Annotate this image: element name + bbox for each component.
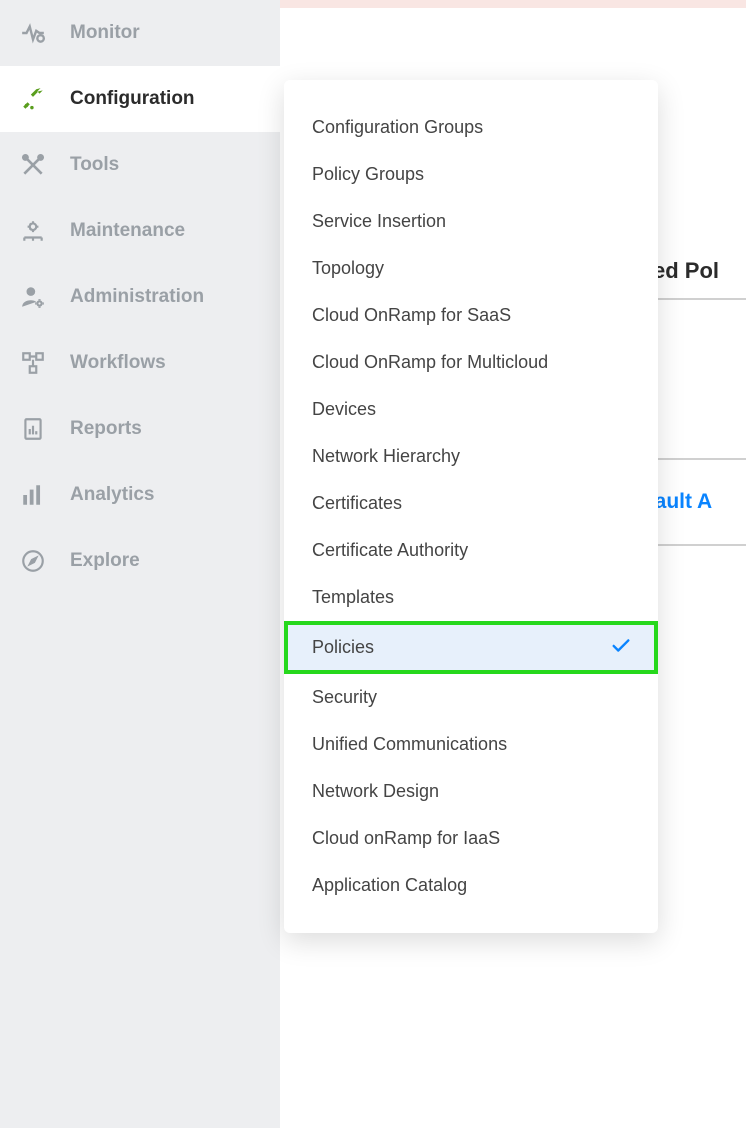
submenu-item-label: Cloud OnRamp for SaaS [312,305,511,326]
submenu-item-label: Network Hierarchy [312,446,460,467]
sidebar-item-monitor[interactable]: Monitor [0,0,280,66]
submenu-item-templates[interactable]: Templates [284,574,658,621]
submenu-item-label: Devices [312,399,376,420]
submenu-item-security[interactable]: Security [284,674,658,721]
submenu-item-cloud-onramp-iaas[interactable]: Cloud onRamp for IaaS [284,815,658,862]
configuration-submenu: Configuration Groups Policy Groups Servi… [284,80,658,933]
sidebar-item-label: Reports [70,418,142,440]
submenu-item-network-design[interactable]: Network Design [284,768,658,815]
submenu-item-label: Certificate Authority [312,540,468,561]
submenu-item-devices[interactable]: Devices [284,386,658,433]
sidebar: Monitor Configuration Tools [0,0,280,1128]
sidebar-item-reports[interactable]: Reports [0,396,280,462]
submenu-item-label: Application Catalog [312,875,467,896]
notification-banner [280,0,746,8]
sidebar-item-label: Monitor [70,22,140,44]
sidebar-item-label: Configuration [70,88,195,110]
submenu-item-label: Policies [312,637,374,658]
cog-banner-icon [18,216,48,246]
sidebar-item-explore[interactable]: Explore [0,528,280,594]
submenu-item-topology[interactable]: Topology [284,245,658,292]
user-cog-icon [18,282,48,312]
submenu-item-label: Policy Groups [312,164,424,185]
submenu-item-service-insertion[interactable]: Service Insertion [284,198,658,245]
document-bars-icon [18,414,48,444]
sidebar-item-label: Administration [70,286,204,308]
submenu-item-application-catalog[interactable]: Application Catalog [284,862,658,909]
sidebar-item-label: Workflows [70,352,166,374]
submenu-item-cloud-onramp-saas[interactable]: Cloud OnRamp for SaaS [284,292,658,339]
submenu-item-label: Topology [312,258,384,279]
bars-icon [18,480,48,510]
compass-icon [18,546,48,576]
submenu-item-label: Network Design [312,781,439,802]
sidebar-item-label: Maintenance [70,220,185,242]
tools-icon [18,150,48,180]
submenu-item-label: Unified Communications [312,734,507,755]
submenu-item-network-hierarchy[interactable]: Network Hierarchy [284,433,658,480]
submenu-item-certificates[interactable]: Certificates [284,480,658,527]
submenu-item-policy-groups[interactable]: Policy Groups [284,151,658,198]
sidebar-item-administration[interactable]: Administration [0,264,280,330]
sidebar-item-analytics[interactable]: Analytics [0,462,280,528]
submenu-item-label: Security [312,687,377,708]
submenu-item-cloud-onramp-multicloud[interactable]: Cloud OnRamp for Multicloud [284,339,658,386]
check-icon [610,634,632,661]
submenu-item-configuration-groups[interactable]: Configuration Groups [284,104,658,151]
wrench-icon [18,84,48,114]
submenu-item-label: Cloud OnRamp for Multicloud [312,352,548,373]
submenu-item-label: Templates [312,587,394,608]
submenu-item-certificate-authority[interactable]: Certificate Authority [284,527,658,574]
submenu-item-label: Certificates [312,493,402,514]
sidebar-item-label: Tools [70,154,119,176]
monitor-icon [18,18,48,48]
sidebar-item-tools[interactable]: Tools [0,132,280,198]
sidebar-item-maintenance[interactable]: Maintenance [0,198,280,264]
submenu-item-label: Cloud onRamp for IaaS [312,828,500,849]
submenu-item-unified-communications[interactable]: Unified Communications [284,721,658,768]
sidebar-item-label: Explore [70,550,140,572]
workflow-icon [18,348,48,378]
sidebar-item-workflows[interactable]: Workflows [0,330,280,396]
submenu-item-label: Configuration Groups [312,117,483,138]
sidebar-item-label: Analytics [70,484,154,506]
sidebar-item-configuration[interactable]: Configuration [0,66,280,132]
submenu-item-policies[interactable]: Policies [284,621,658,674]
submenu-item-label: Service Insertion [312,211,446,232]
